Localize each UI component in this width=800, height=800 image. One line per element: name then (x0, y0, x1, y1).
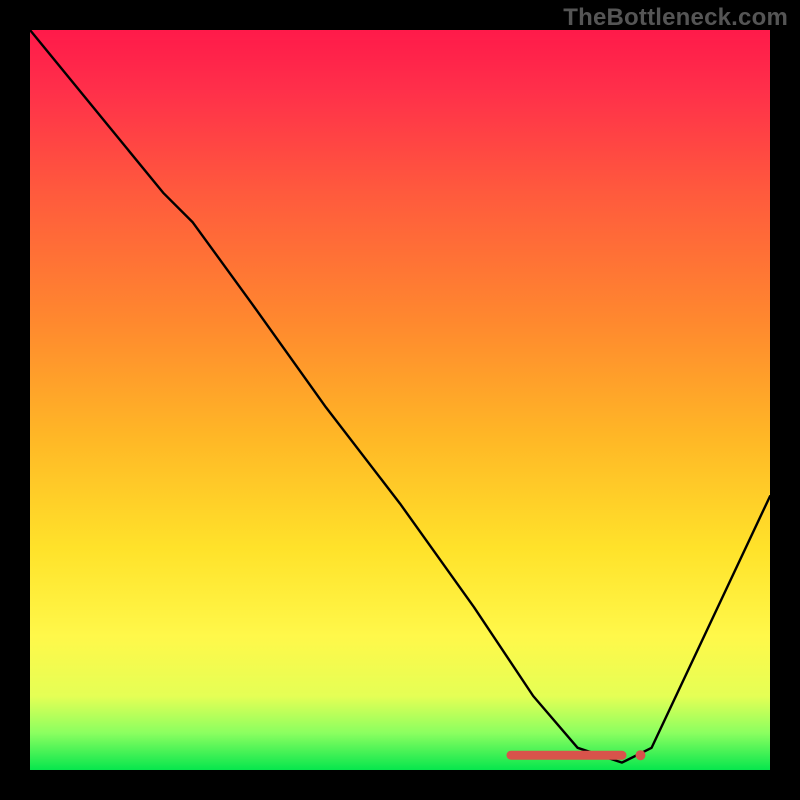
plot-area (30, 30, 770, 770)
optimal-point-dot (636, 750, 646, 760)
chart-stage: TheBottleneck.com (0, 0, 800, 800)
watermark-text: TheBottleneck.com (563, 4, 788, 32)
bottleneck-curve (30, 30, 770, 763)
chart-svg (30, 30, 770, 770)
